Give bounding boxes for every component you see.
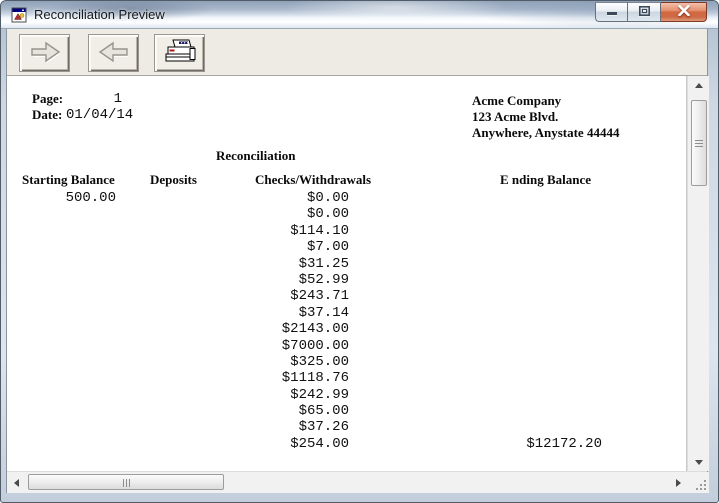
company-name: Acme Company [472,93,561,109]
column-header-deposits: Deposits [150,172,197,188]
check-withdrawal-value: $1118.76 [7,370,349,386]
report-row: $2143.00 [7,321,687,337]
check-withdrawal-value: $7000.00 [7,338,349,354]
titlebar[interactable]: Reconciliation Preview [1,1,718,29]
date-label: Date: [32,107,62,123]
check-withdrawal-value: $242.99 [7,387,349,403]
close-button[interactable] [661,2,707,22]
preview-area: Page: 1 Date: 01/04/14 Acme Company 123 … [7,76,707,471]
report-row: $7.00 [7,239,687,255]
check-withdrawal-value: $7.00 [7,239,349,255]
window-title: Reconciliation Preview [34,7,165,22]
resize-grip-icon [694,478,707,491]
toolbar [7,29,707,76]
report-row: $254.00$12172.20 [7,436,687,452]
report-row: $325.00 [7,354,687,370]
check-withdrawal-value: $114.10 [7,223,349,239]
check-withdrawal-value: $37.26 [7,419,349,435]
scroll-down-arrow[interactable] [688,453,710,471]
report-row: $0.00 [7,206,687,222]
report-row: $52.99 [7,272,687,288]
triangle-up-icon [695,83,703,88]
report-row: $1118.76 [7,370,687,386]
date-value: 01/04/14 [66,107,133,123]
check-withdrawal-value: $243.71 [7,288,349,304]
minimize-button[interactable] [595,2,628,22]
check-withdrawal-value: $0.00 [7,206,349,222]
thumb-grip [123,479,130,487]
bottom-scroll-row [7,471,707,492]
thumb-grip [695,140,703,147]
close-icon [678,3,690,21]
page-label: Page: [32,91,63,107]
check-withdrawal-value: $2143.00 [7,321,349,337]
check-withdrawal-value: $31.25 [7,256,349,272]
report-row: $243.71 [7,288,687,304]
report-row: $114.10 [7,223,687,239]
report-row: $37.14 [7,305,687,321]
arrow-left-icon [97,39,131,68]
ending-balance-value: $12172.20 [7,436,602,452]
minimize-icon [607,3,617,21]
caption-buttons [595,2,707,22]
check-withdrawal-value: $325.00 [7,354,349,370]
previous-page-button[interactable] [88,34,139,72]
reconciliation-preview-window: Reconciliation Preview [0,0,719,503]
report-row: $65.00 [7,403,687,419]
maximize-button[interactable] [628,2,661,22]
report-row: $31.25 [7,256,687,272]
report-row: $37.26 [7,419,687,435]
scroll-left-arrow[interactable] [7,472,25,493]
report-rows: 500.00$0.00$0.00$114.10$7.00$31.25$52.99… [7,190,687,452]
scroll-right-arrow[interactable] [669,472,687,493]
check-withdrawal-value: $52.99 [7,272,349,288]
vertical-scrollbar[interactable] [687,76,709,471]
page-number: 1 [62,91,122,107]
column-header-starting-balance: Starting Balance [22,172,115,188]
triangle-left-icon [14,479,19,487]
vertical-scroll-thumb[interactable] [691,100,707,186]
check-withdrawal-value: $0.00 [7,190,349,206]
column-header-checks-withdrawals: Checks/Withdrawals [255,172,371,188]
horizontal-scrollbar[interactable] [7,472,687,493]
client-area: Page: 1 Date: 01/04/14 Acme Company 123 … [6,29,708,493]
app-icon[interactable] [11,7,27,23]
company-address-line1: 123 Acme Blvd. [472,109,558,125]
report-row: 500.00$0.00 [7,190,687,206]
report-row: $7000.00 [7,338,687,354]
printer-icon [162,38,198,69]
check-withdrawal-value: $65.00 [7,403,349,419]
resize-grip[interactable] [687,472,709,493]
column-header-ending-balance: E nding Balance [500,172,591,188]
print-button[interactable] [154,34,205,72]
report-title: Reconciliation [216,148,295,164]
report-page: Page: 1 Date: 01/04/14 Acme Company 123 … [7,76,687,471]
scroll-up-arrow[interactable] [688,76,710,94]
horizontal-scroll-thumb[interactable] [28,474,224,490]
check-withdrawal-value: $37.14 [7,305,349,321]
next-page-button[interactable] [19,34,70,72]
maximize-icon [639,3,650,21]
report-row: $242.99 [7,387,687,403]
company-address-line2: Anywhere, Anystate 44444 [472,125,619,141]
triangle-down-icon [695,460,703,465]
triangle-right-icon [676,479,681,487]
arrow-right-icon [28,39,62,68]
